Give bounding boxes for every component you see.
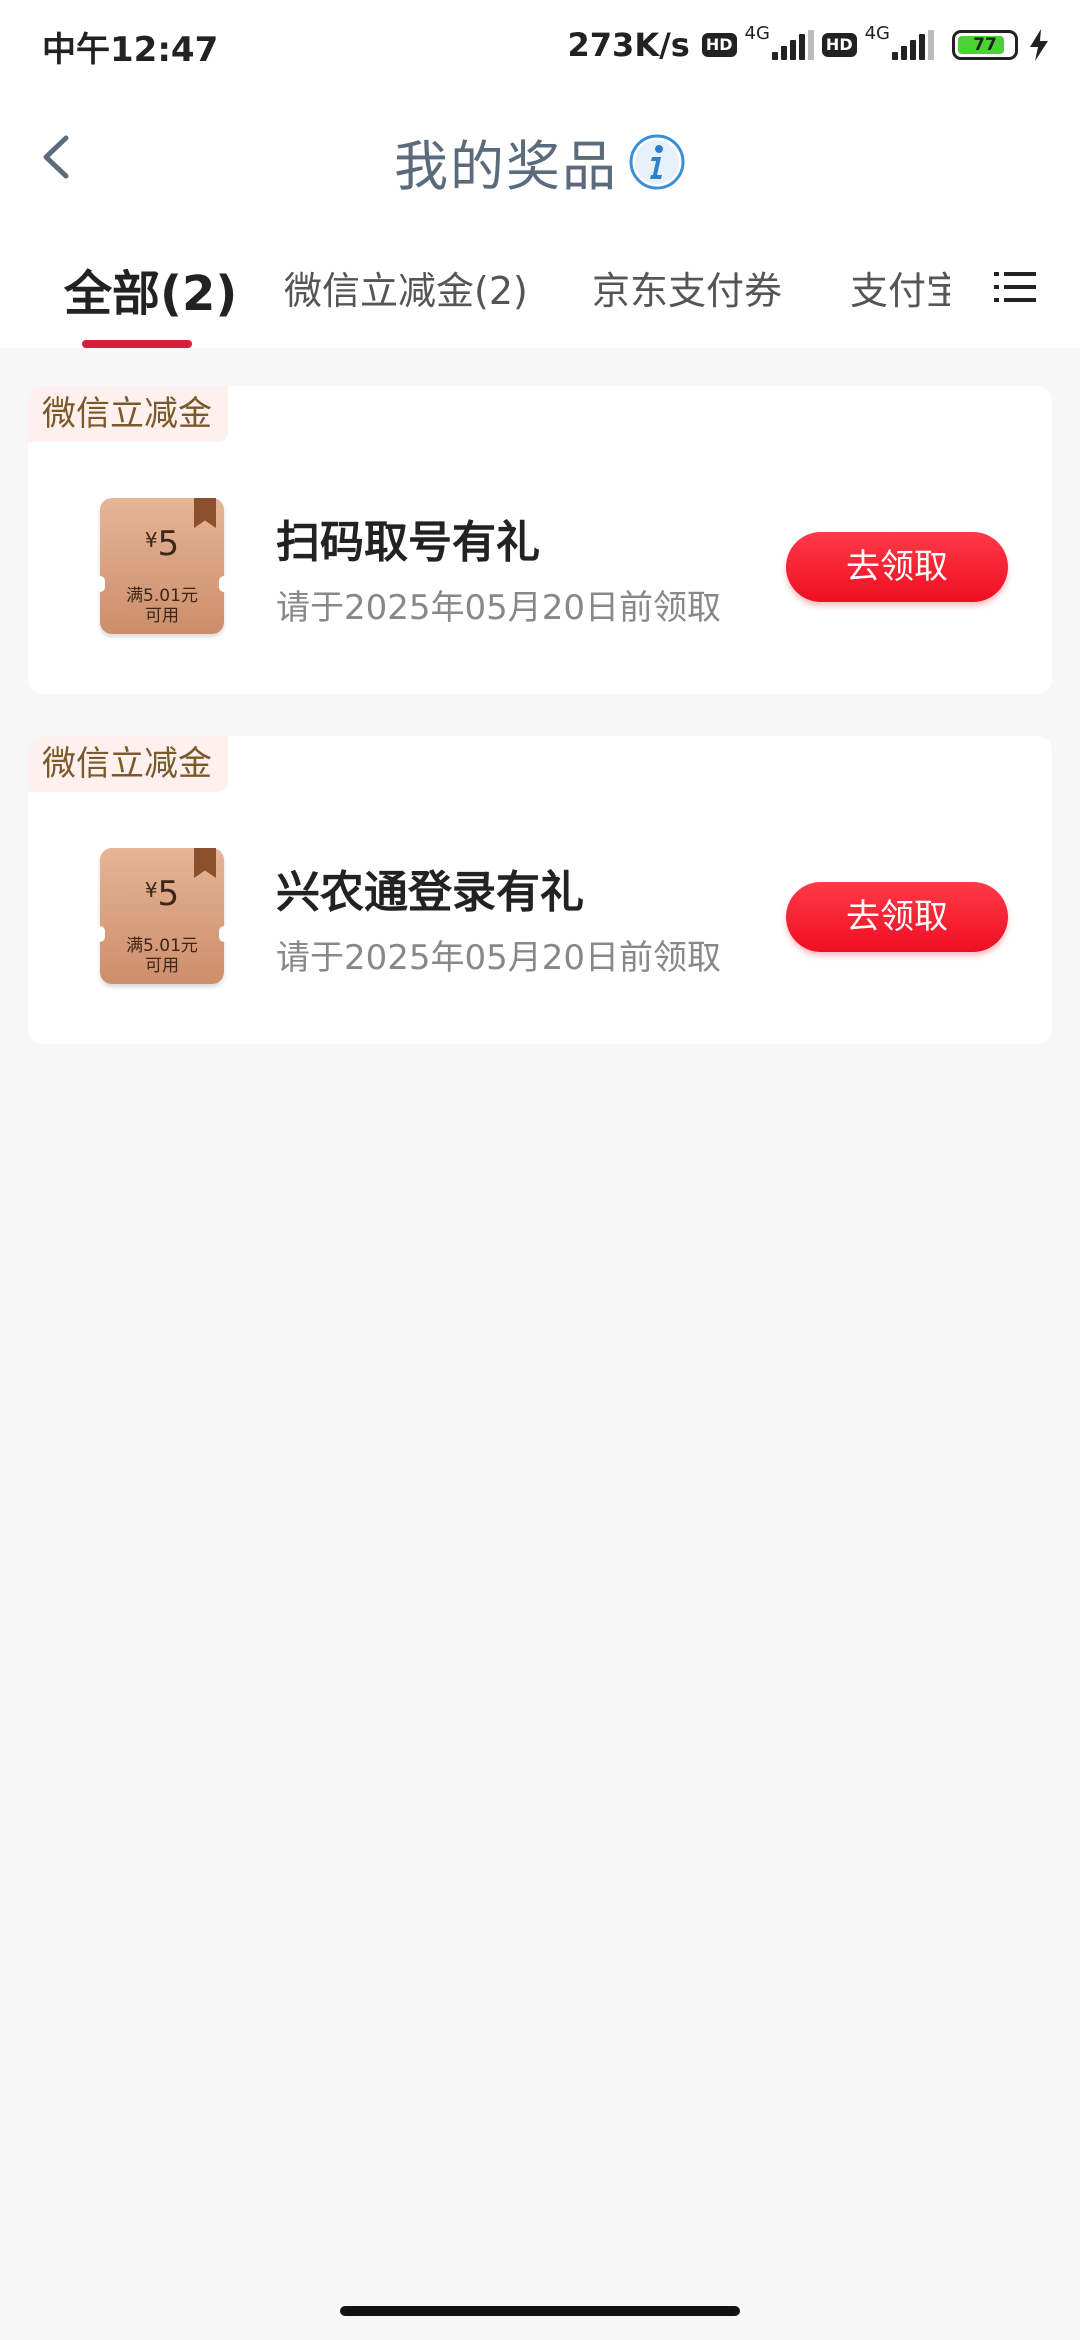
battery-icon: 77 (952, 30, 1018, 60)
status-time: 中午12:47 (42, 30, 219, 70)
hd-badge: HD (701, 33, 737, 57)
info-icon[interactable] (628, 133, 686, 191)
coupon-icon: ¥5 满5.01元 可用 (95, 848, 229, 984)
network-speed: 273K/s (567, 26, 690, 64)
header: 我的奖品 (0, 92, 1080, 222)
list-menu-icon[interactable] (990, 262, 1040, 312)
claim-button[interactable]: 去领取 (786, 882, 1008, 952)
coupon-amount: ¥5 (144, 874, 180, 914)
hd-badge-2: HD (821, 33, 857, 57)
coupon-condition: 满5.01元 可用 (126, 936, 198, 976)
tab-all[interactable]: 全部(2) (64, 254, 237, 324)
network-type: 4G (744, 22, 770, 44)
prize-card: 微信立减金 ¥5 满5.01元 可用 扫码取号有礼 请于2025年05月20日前… (28, 386, 1052, 694)
tab-jd-pay-coupon[interactable]: 京东支付券 (592, 260, 782, 315)
card-category-tag: 微信立减金 (28, 386, 228, 442)
card-category-tag: 微信立减金 (28, 736, 228, 792)
prize-title: 兴农通登录有礼 (276, 867, 584, 918)
prize-card: 微信立减金 ¥5 满5.01元 可用 兴农通登录有礼 请于2025年05月20日… (28, 736, 1052, 1044)
network-type-2: 4G (864, 22, 890, 44)
coupon-condition: 满5.01元 可用 (126, 586, 198, 626)
page-title: 我的奖品 (394, 135, 618, 198)
signal-icon (771, 30, 814, 60)
charging-icon (1030, 29, 1048, 61)
category-tabs: 全部(2) 微信立减金(2) 京东支付券 支付宝 (0, 222, 1080, 348)
coupon-icon: ¥5 满5.01元 可用 (95, 498, 229, 634)
prize-deadline: 请于2025年05月20日前领取 (276, 938, 722, 978)
prize-deadline: 请于2025年05月20日前领取 (276, 588, 722, 628)
home-indicator[interactable] (340, 2306, 740, 2316)
active-tab-indicator (82, 340, 192, 348)
coupon-amount: ¥5 (144, 524, 180, 564)
battery-level: 77 (973, 35, 997, 55)
tab-alipay[interactable]: 支付宝 (850, 260, 950, 315)
page-title-row: 我的奖品 (0, 122, 1080, 201)
tab-wechat-discount[interactable]: 微信立减金(2) (284, 260, 528, 315)
claim-button[interactable]: 去领取 (786, 532, 1008, 602)
status-bar: 中午12:47 273K/s HD 4G HD 4G 77 (0, 0, 1080, 92)
signal-icon-2 (892, 30, 934, 60)
status-indicators: 273K/s HD 4G HD 4G 77 (568, 20, 1050, 70)
prize-title: 扫码取号有礼 (276, 517, 540, 568)
